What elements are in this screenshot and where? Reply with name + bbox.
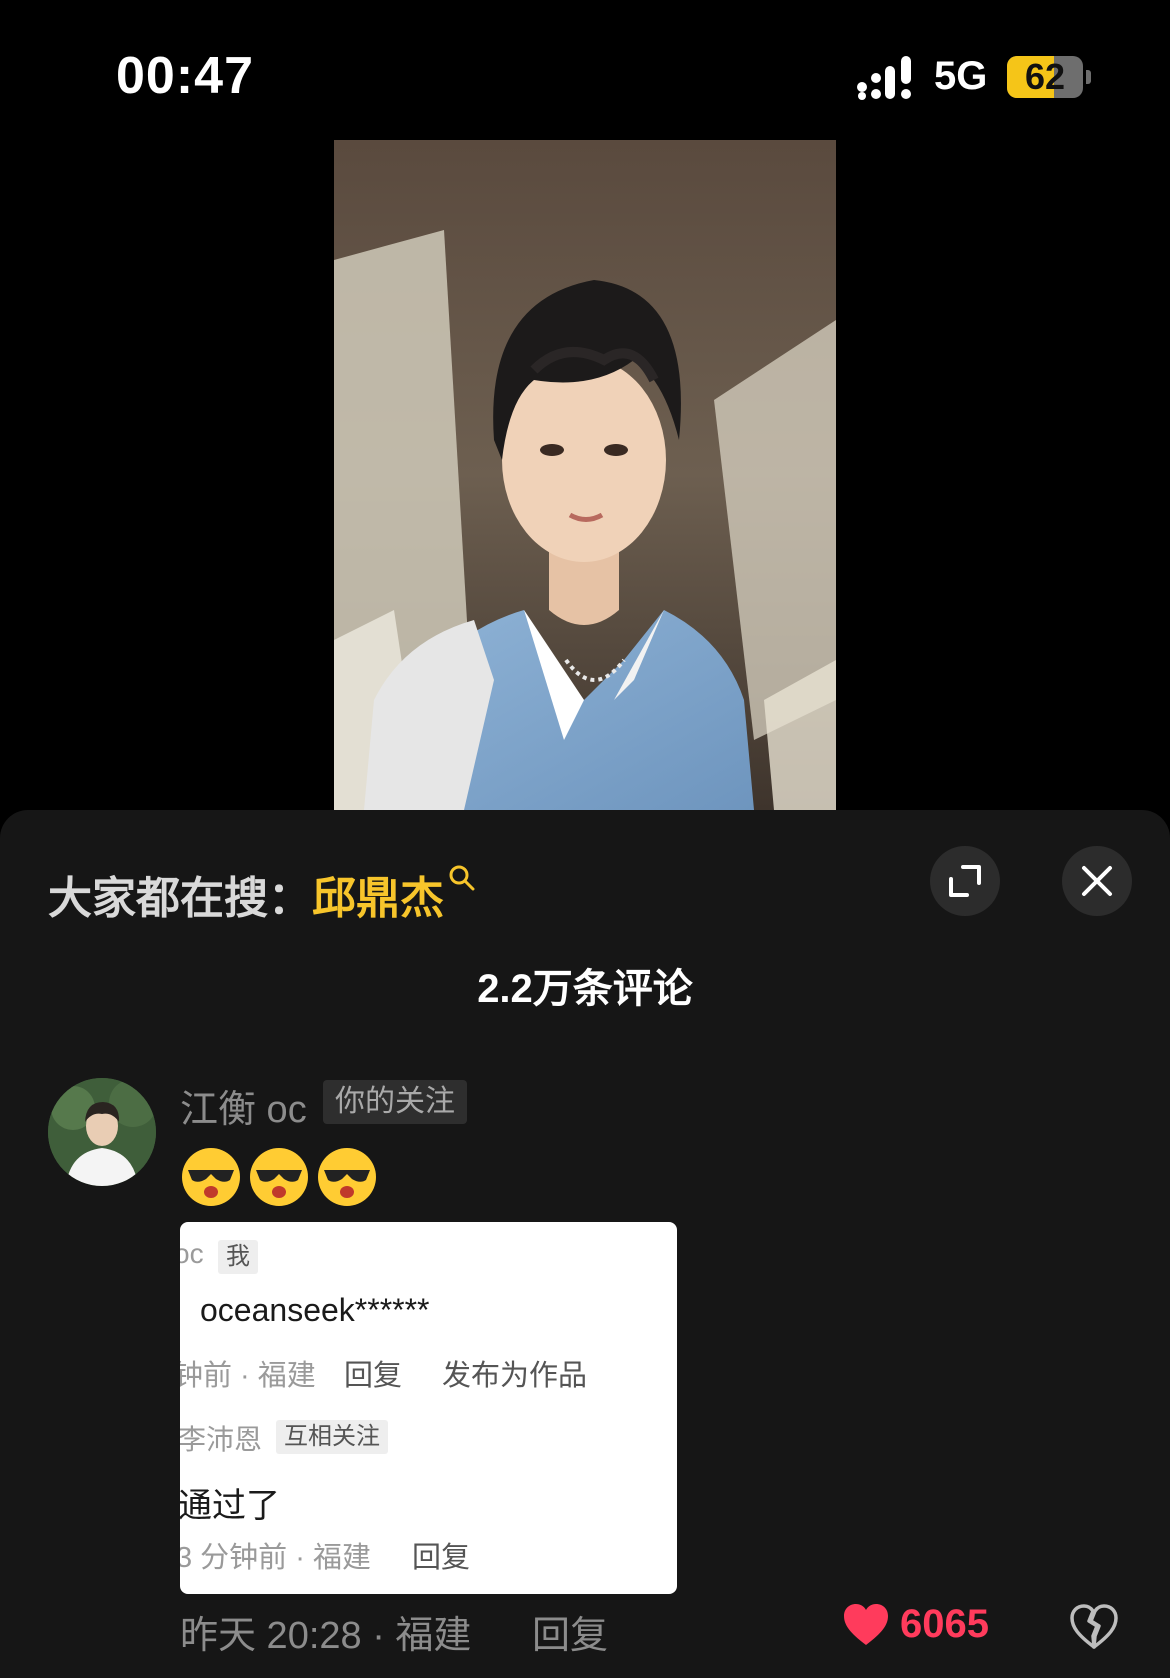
attached-user-2: 李沛恩 <box>180 1424 263 1455</box>
heart-icon <box>844 1603 888 1645</box>
attached-comment-text-2: 通过了 <box>180 1487 280 1525</box>
battery-tip <box>1086 70 1091 84</box>
close-icon <box>1082 866 1112 896</box>
search-icon <box>449 865 475 891</box>
comment-username[interactable]: 江衡 oc <box>180 1078 307 1133</box>
reply-button[interactable]: 回复 <box>532 1604 608 1659</box>
attached-reply: 回复 <box>344 1360 403 1392</box>
clock: 00:47 <box>116 47 254 105</box>
follow-badge: 你的关注 <box>323 1080 467 1124</box>
avatar-image <box>48 1078 156 1186</box>
cool-emoji-icon <box>250 1148 308 1206</box>
like-button[interactable]: 6065 <box>842 1602 989 1647</box>
network-type: 5G <box>934 54 988 98</box>
attached-user-badge: 我 <box>218 1240 258 1274</box>
attached-reply-2: 回复 <box>412 1542 471 1574</box>
broken-heart-icon[interactable] <box>1070 1604 1118 1650</box>
comment-emoji-row <box>180 1146 378 1208</box>
search-suggestion[interactable]: 大家都在搜： 邱鼎杰 <box>48 862 476 926</box>
attached-user: oc <box>180 1238 204 1269</box>
video-player[interactable] <box>334 140 836 810</box>
attached-user-2-badge: 互相关注 <box>276 1420 388 1454</box>
attached-publish: 发布为作品 <box>442 1360 588 1392</box>
battery-icon: 62 <box>1007 56 1083 98</box>
expand-icon <box>949 865 981 897</box>
comment-time-location: 昨天 20:28 · 福建 <box>180 1615 472 1657</box>
status-bar: 00:47 5G 62 <box>0 0 1170 140</box>
comment-count: 2.2万条评论 <box>477 967 693 1011</box>
attached-comment-text: oceanseek****** <box>200 1292 430 1328</box>
comment-image-attachment[interactable]: oc 我 oceanseek****** 钟前 · 福建 回复 发布为作品 李沛… <box>180 1222 677 1594</box>
cool-emoji-icon <box>318 1148 376 1206</box>
expand-button[interactable] <box>930 846 1000 916</box>
portrait-photo <box>334 140 836 810</box>
search-keyword[interactable]: 邱鼎杰 <box>312 862 444 926</box>
battery-level: 62 <box>1024 56 1066 97</box>
attached-meta-2: 3 分钟前 · 福建 <box>180 1542 371 1574</box>
search-prefix: 大家都在搜： <box>48 874 312 923</box>
comment-sheet: 大家都在搜： 邱鼎杰 2.2万条评论 江衡 oc 你的关注 oc 我 ocean… <box>0 810 1170 1678</box>
close-button[interactable] <box>1062 846 1132 916</box>
signal-icon <box>857 56 911 100</box>
attached-meta: 钟前 · 福建 <box>180 1360 316 1392</box>
cool-emoji-icon <box>182 1148 240 1206</box>
like-count: 6065 <box>900 1602 989 1646</box>
avatar[interactable] <box>48 1078 156 1186</box>
